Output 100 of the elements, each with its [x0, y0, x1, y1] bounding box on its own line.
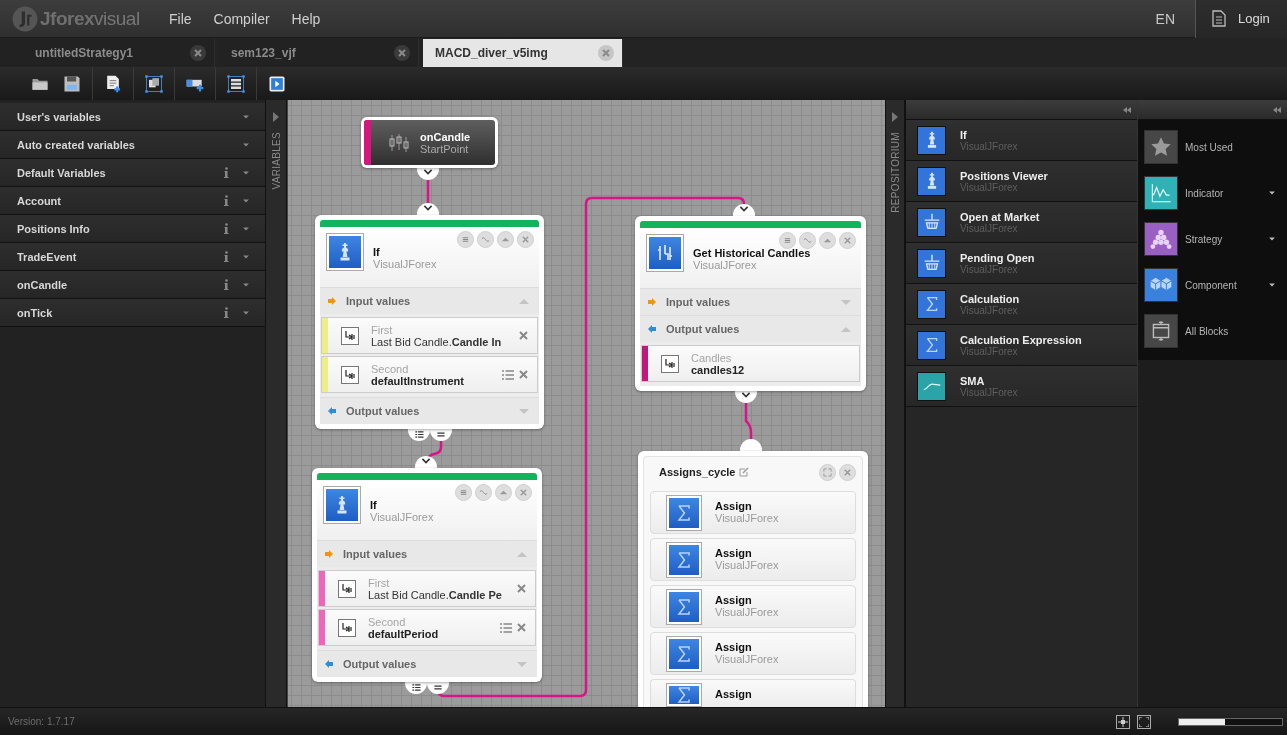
parameter-value: defaultInstrument: [371, 374, 465, 387]
plug-icon: [338, 618, 356, 637]
close-button[interactable]: [839, 463, 856, 481]
menu-button[interactable]: [455, 484, 472, 501]
connector-port[interactable]: [427, 682, 449, 694]
connector-port[interactable]: [417, 168, 439, 180]
zoom-slider[interactable]: [1178, 717, 1283, 726]
block-card[interactable]: Assign VisualJForex: [650, 632, 856, 675]
connector-port[interactable]: [405, 682, 427, 694]
remove-icon[interactable]: [519, 331, 528, 340]
close-icon: [843, 236, 852, 245]
menu-item[interactable]: Compiler: [205, 6, 278, 31]
collapse-button[interactable]: [495, 484, 512, 501]
connector-port[interactable]: [735, 391, 757, 403]
close-icon[interactable]: [190, 45, 206, 61]
section-header[interactable]: Output values: [320, 397, 539, 424]
section-header[interactable]: Output values: [317, 650, 537, 677]
panel-header[interactable]: onTick: [0, 299, 265, 327]
category-item[interactable]: Indicator: [1138, 170, 1287, 216]
panel-label: VARIABLES: [270, 132, 282, 190]
triangle-icon: [501, 235, 510, 244]
info-icon[interactable]: [224, 195, 229, 206]
section-header[interactable]: Input values: [317, 540, 537, 567]
collapse-icon[interactable]: [1273, 106, 1281, 113]
panel-header[interactable]: Account: [0, 187, 265, 215]
menu-item[interactable]: Help: [283, 6, 329, 31]
close-button[interactable]: [839, 232, 856, 249]
category-item[interactable]: Most Used: [1138, 124, 1287, 170]
info-icon[interactable]: [224, 307, 229, 318]
category-item[interactable]: Component: [1138, 262, 1287, 308]
remove-icon[interactable]: [517, 623, 526, 632]
menu-item[interactable]: File: [161, 6, 200, 31]
block-card[interactable]: If VisualJForex Input values First Last Bid Candle.Candle Pe Second defaultPeriod Output values: [312, 468, 542, 682]
caret-icon: [841, 325, 851, 333]
tab[interactable]: MACD_diver_v5img: [423, 39, 623, 67]
section-header[interactable]: Input values: [640, 288, 861, 315]
arrow-icon: [325, 550, 333, 558]
menu-button[interactable]: [457, 231, 474, 248]
panel-header[interactable]: User's variables: [0, 103, 265, 131]
connector-port[interactable]: [415, 456, 437, 468]
language-selector[interactable]: EN: [1149, 6, 1181, 31]
list-icon[interactable]: [500, 622, 512, 633]
close-icon[interactable]: [394, 45, 410, 61]
category-item[interactable]: All Blocks: [1138, 308, 1287, 354]
collapse-icon[interactable]: [1123, 106, 1131, 113]
arrow-icon: [328, 407, 336, 415]
login-button[interactable]: Login: [1195, 0, 1287, 38]
block-title: Pending Open: [960, 251, 1035, 264]
parameter-value: defaultPeriod: [368, 627, 440, 640]
panel-header[interactable]: Auto created variables: [0, 131, 265, 159]
section-header[interactable]: Output values: [640, 315, 861, 342]
block-title: Get Historical Candles: [693, 247, 811, 259]
block-card[interactable]: Assign VisualJForex: [650, 538, 856, 581]
list-icon[interactable]: [502, 369, 514, 380]
expand-icon[interactable]: [273, 112, 279, 122]
edit-icon[interactable]: [739, 467, 750, 477]
section-header[interactable]: Input values: [320, 287, 539, 314]
panel-header[interactable]: Positions Info: [0, 215, 265, 243]
info-icon[interactable]: [224, 279, 229, 290]
close-icon[interactable]: [598, 45, 614, 61]
block-card[interactable]: Assign VisualJForex: [650, 585, 856, 628]
close-button[interactable]: [517, 231, 534, 248]
parameter-value: Last Bid Candle.Candle Pe: [368, 588, 503, 601]
connector-port[interactable]: [408, 429, 430, 441]
block-card[interactable]: Assign: [650, 679, 856, 707]
block-subtitle: VisualJForex: [715, 559, 779, 571]
panel-header[interactable]: onCandle: [0, 271, 265, 299]
remove-icon[interactable]: [519, 370, 528, 379]
panel-header[interactable]: TradeEvent: [0, 243, 265, 271]
info-icon[interactable]: [224, 167, 229, 178]
start-node[interactable]: onCandle StartPoint: [361, 117, 498, 168]
parameter-row[interactable]: Second defaultInstrument: [321, 356, 538, 393]
logo-icon: [12, 5, 38, 32]
parameter-row[interactable]: First Last Bid Candle.Candle In: [321, 317, 538, 354]
connector-port[interactable]: [430, 429, 452, 441]
expand-icon: [823, 467, 832, 477]
info-icon[interactable]: [224, 223, 229, 234]
panel-header[interactable]: Default Variables: [0, 159, 265, 187]
block-card[interactable]: Assign VisualJForex: [650, 491, 856, 534]
menu-button[interactable]: [779, 232, 796, 249]
close-button[interactable]: [515, 484, 532, 501]
remove-icon[interactable]: [517, 584, 526, 593]
expand-icon[interactable]: [892, 112, 898, 122]
collapse-button[interactable]: [819, 232, 836, 249]
connector-port[interactable]: [733, 204, 755, 216]
triangle-icon: [823, 236, 832, 245]
caret-icon: [519, 407, 529, 415]
info-icon[interactable]: [224, 251, 229, 262]
parameter-row[interactable]: Second defaultPeriod: [318, 609, 536, 646]
panel-label: REPOSITORIUM: [889, 132, 901, 213]
caret-icon: [517, 550, 527, 558]
block-card[interactable]: If VisualJForex Input values First Last Bid Candle.Candle In Second defaultInstrument Output values: [315, 215, 544, 429]
parameter-row[interactable]: First Last Bid Candle.Candle Pe: [318, 570, 536, 607]
parameter-row[interactable]: Candles candles12: [641, 345, 860, 382]
collapse-button[interactable]: [497, 231, 514, 248]
category-item[interactable]: Strategy: [1138, 216, 1287, 262]
group-panel[interactable]: Assigns_cycle Assign VisualJForex Assign VisualJForex Assign VisualJForex Assign VisualJForex Assign: [638, 451, 868, 707]
connector-port[interactable]: [417, 203, 439, 215]
block-card[interactable]: Get Historical Candles VisualJForex Input values Output values Candles candles12: [635, 216, 866, 391]
wave-icon: [481, 235, 490, 244]
